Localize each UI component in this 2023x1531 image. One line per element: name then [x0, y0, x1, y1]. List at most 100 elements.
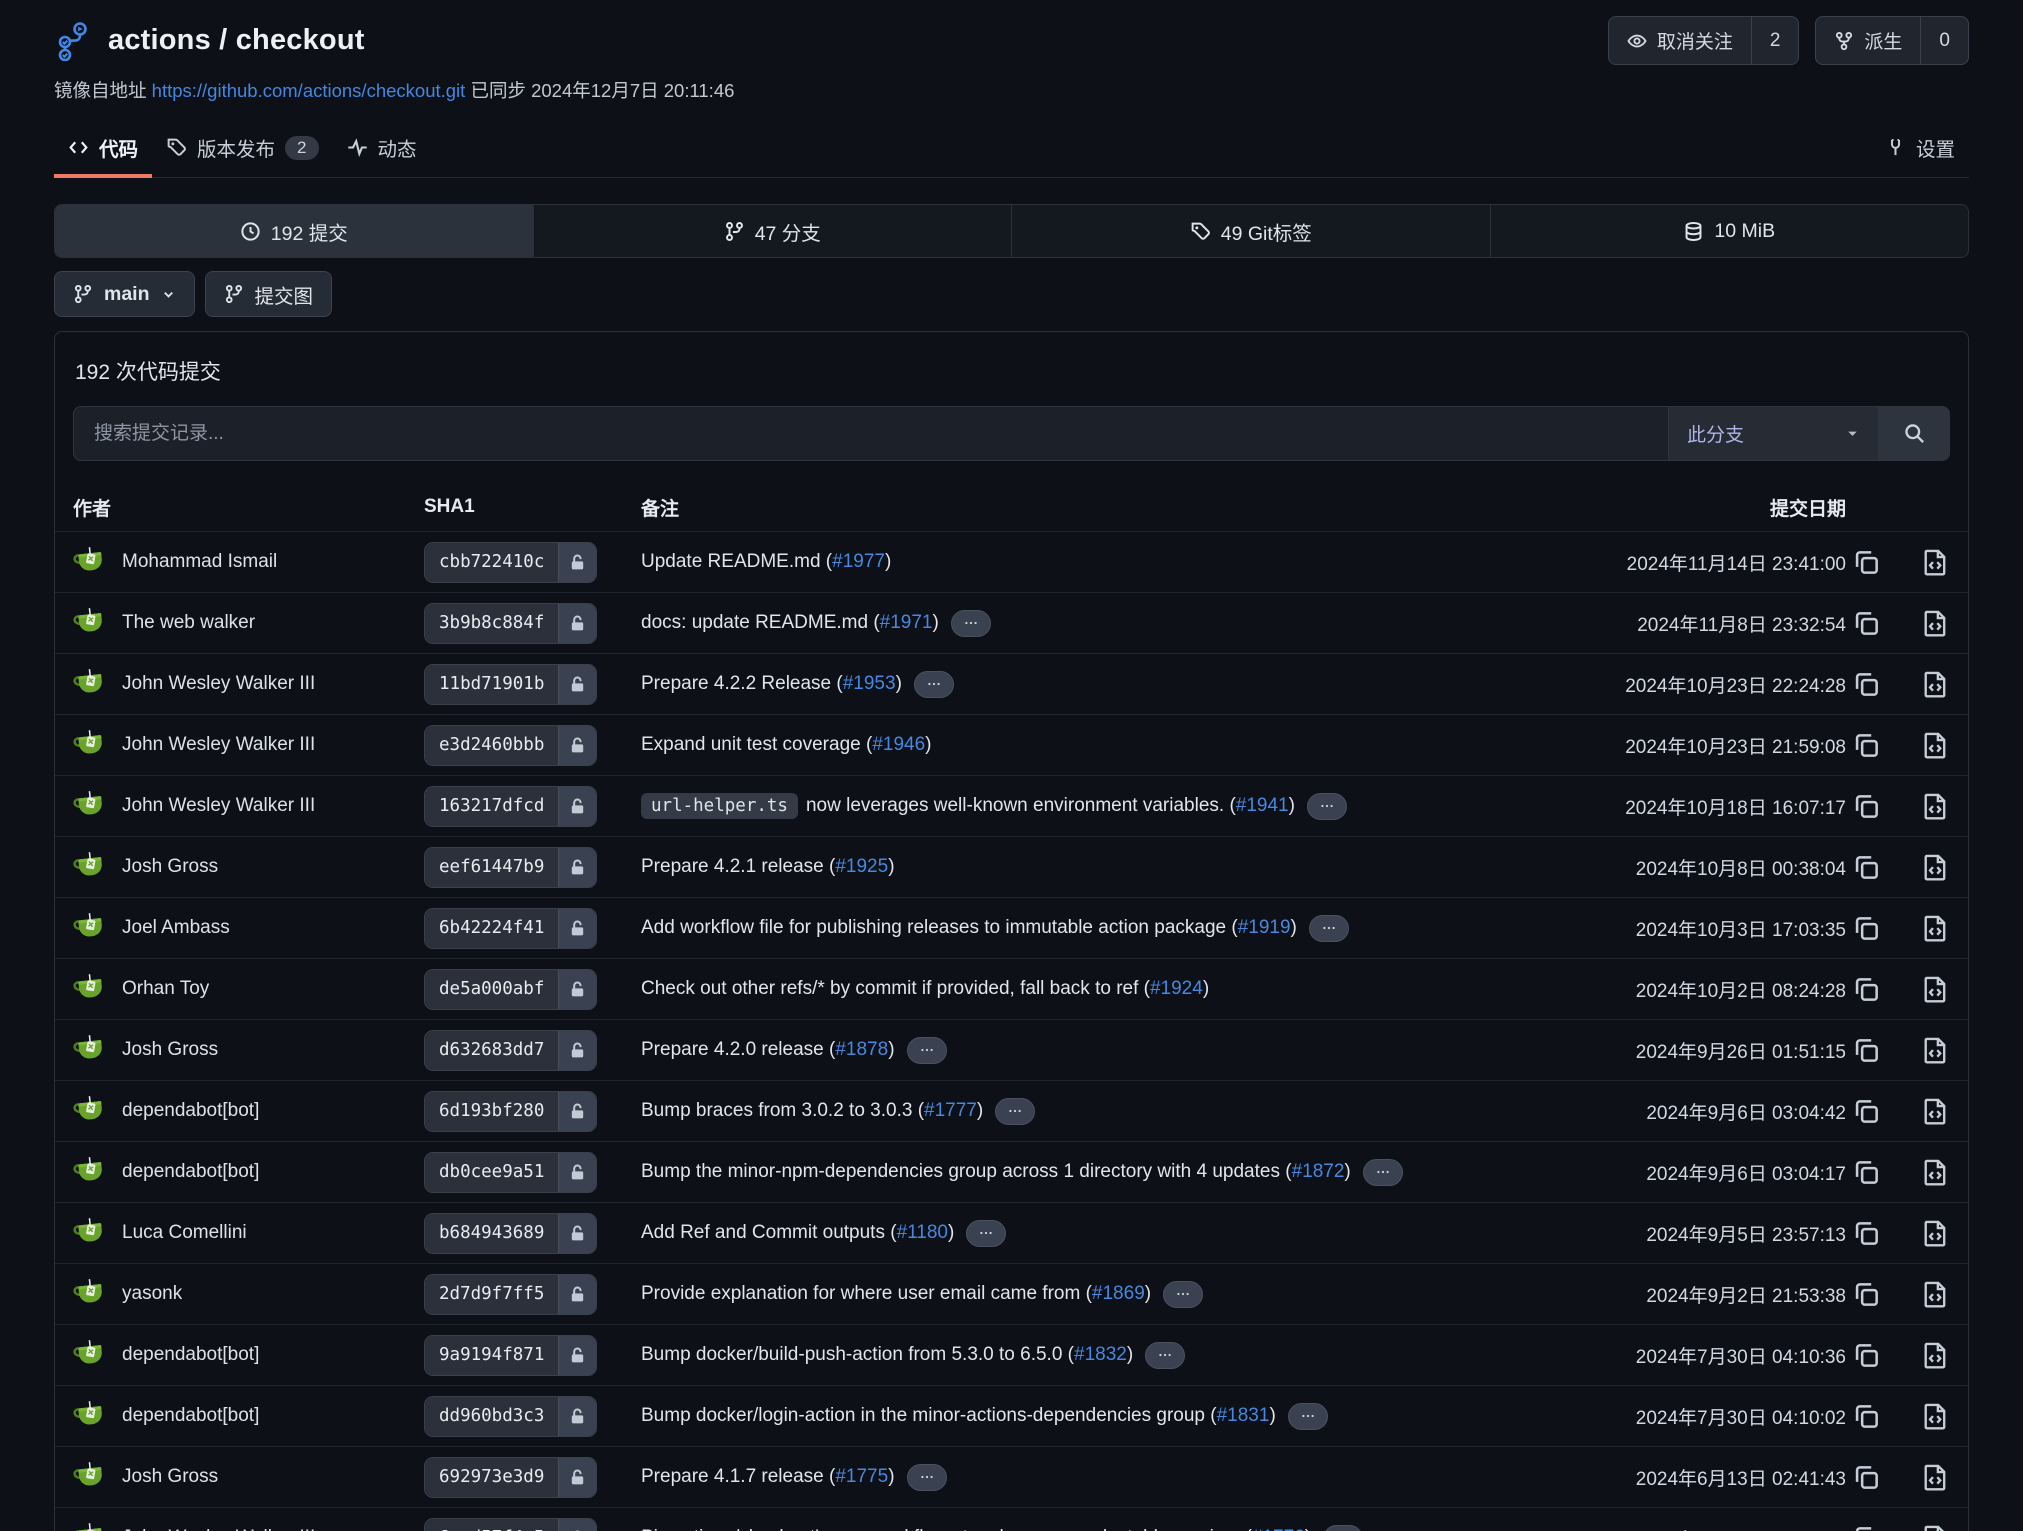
copy-sha-icon[interactable] [1852, 1402, 1881, 1431]
browse-source-icon[interactable] [1921, 548, 1950, 577]
pr-link[interactable]: #1919 [1238, 917, 1291, 939]
commit-sha-badge[interactable]: 163217dfcd [424, 786, 597, 827]
author-name[interactable]: Josh Gross [122, 1466, 218, 1488]
copy-sha-icon[interactable] [1852, 1463, 1881, 1492]
pr-link[interactable]: #1869 [1092, 1283, 1145, 1305]
browse-source-icon[interactable] [1921, 1524, 1950, 1531]
pr-link[interactable]: #1924 [1150, 978, 1203, 1000]
copy-sha-icon[interactable] [1852, 1341, 1881, 1370]
author-name[interactable]: yasonk [122, 1283, 182, 1305]
tab-settings[interactable]: 设置 [1871, 121, 1969, 177]
expand-message-button[interactable] [966, 1220, 1006, 1247]
commit-sha-badge[interactable]: 6b42224f41 [424, 908, 597, 949]
copy-sha-icon[interactable] [1852, 1219, 1881, 1248]
copy-sha-icon[interactable] [1852, 853, 1881, 882]
expand-message-button[interactable] [1307, 793, 1347, 820]
fork-button[interactable]: 派生 0 [1815, 16, 1969, 65]
fork-count[interactable]: 0 [1920, 17, 1968, 64]
expand-message-button[interactable] [951, 610, 991, 637]
tab-activity[interactable]: 动态 [333, 121, 431, 177]
commit-sha-badge[interactable]: de5a000abf [424, 969, 597, 1010]
copy-sha-icon[interactable] [1852, 1524, 1881, 1531]
pr-link[interactable]: #1971 [880, 612, 933, 634]
search-input[interactable] [73, 406, 1668, 461]
pr-link[interactable]: #1831 [1217, 1405, 1270, 1427]
watch-count[interactable]: 2 [1751, 17, 1799, 64]
pr-link[interactable]: #1776 [1252, 1527, 1305, 1531]
copy-sha-icon[interactable] [1852, 609, 1881, 638]
browse-source-icon[interactable] [1921, 1036, 1950, 1065]
author-name[interactable]: Luca Comellini [122, 1222, 247, 1244]
pr-link[interactable]: #1878 [835, 1039, 888, 1061]
pr-link[interactable]: #1775 [835, 1466, 888, 1488]
author-name[interactable]: John Wesley Walker III [122, 795, 315, 817]
browse-source-icon[interactable] [1921, 609, 1950, 638]
pr-link[interactable]: #1180 [897, 1222, 948, 1244]
pr-link[interactable]: #1872 [1292, 1161, 1345, 1183]
commit-sha-badge[interactable]: 11bd71901b [424, 664, 597, 705]
branch-selector[interactable]: main [54, 271, 195, 317]
stat-branches[interactable]: 47 分支 [533, 205, 1012, 257]
tab-code[interactable]: 代码 [54, 121, 152, 177]
expand-message-button[interactable] [1163, 1281, 1203, 1308]
copy-sha-icon[interactable] [1852, 1158, 1881, 1187]
browse-source-icon[interactable] [1921, 731, 1950, 760]
browse-source-icon[interactable] [1921, 1158, 1950, 1187]
commit-sha-badge[interactable]: b684943689 [424, 1213, 597, 1254]
browse-source-icon[interactable] [1921, 1402, 1950, 1431]
commit-sha-badge[interactable]: 692973e3d9 [424, 1457, 597, 1498]
author-name[interactable]: dependabot[bot] [122, 1344, 259, 1366]
author-name[interactable]: dependabot[bot] [122, 1405, 259, 1427]
author-name[interactable]: Josh Gross [122, 1039, 218, 1061]
expand-message-button[interactable] [914, 671, 954, 698]
commit-sha-badge[interactable]: dd960bd3c3 [424, 1396, 597, 1437]
expand-message-button[interactable] [907, 1464, 947, 1491]
commit-sha-badge[interactable]: e3d2460bbb [424, 725, 597, 766]
copy-sha-icon[interactable] [1852, 1097, 1881, 1126]
copy-sha-icon[interactable] [1852, 731, 1881, 760]
browse-source-icon[interactable] [1921, 670, 1950, 699]
commit-sha-badge[interactable]: cbb722410c [424, 542, 597, 583]
expand-message-button[interactable] [1288, 1403, 1328, 1430]
commit-sha-badge[interactable]: 6ccd57f4c5 [424, 1518, 597, 1531]
stat-commits[interactable]: 192 提交 [55, 205, 533, 257]
search-button[interactable] [1878, 406, 1950, 461]
branch-filter-select[interactable]: 此分支 [1668, 406, 1878, 461]
browse-source-icon[interactable] [1921, 1463, 1950, 1492]
mirror-url-link[interactable]: https://github.com/actions/checkout.git [152, 80, 466, 101]
commit-graph-button[interactable]: 提交图 [205, 271, 333, 317]
copy-sha-icon[interactable] [1852, 975, 1881, 1004]
author-name[interactable]: The web walker [122, 612, 255, 634]
expand-message-button[interactable] [907, 1037, 947, 1064]
commit-sha-badge[interactable]: 2d7d9f7ff5 [424, 1274, 597, 1315]
author-name[interactable]: dependabot[bot] [122, 1161, 259, 1183]
author-name[interactable]: dependabot[bot] [122, 1100, 259, 1122]
browse-source-icon[interactable] [1921, 1280, 1950, 1309]
expand-message-button[interactable] [1323, 1525, 1363, 1531]
copy-sha-icon[interactable] [1852, 1036, 1881, 1065]
expand-message-button[interactable] [1309, 915, 1349, 942]
commit-sha-badge[interactable]: d632683dd7 [424, 1030, 597, 1071]
commit-sha-badge[interactable]: 6d193bf280 [424, 1091, 597, 1132]
author-name[interactable]: John Wesley Walker III [122, 734, 315, 756]
stat-tags[interactable]: 49 Git标签 [1011, 205, 1490, 257]
browse-source-icon[interactable] [1921, 1219, 1950, 1248]
author-name[interactable]: Josh Gross [122, 856, 218, 878]
copy-sha-icon[interactable] [1852, 1280, 1881, 1309]
copy-sha-icon[interactable] [1852, 914, 1881, 943]
author-name[interactable]: John Wesley Walker III [122, 673, 315, 695]
stat-size[interactable]: 10 MiB [1490, 205, 1969, 257]
commit-sha-badge[interactable]: 9a9194f871 [424, 1335, 597, 1376]
expand-message-button[interactable] [1145, 1342, 1185, 1369]
pr-link[interactable]: #1941 [1236, 795, 1289, 817]
author-name[interactable]: Mohammad Ismail [122, 551, 277, 573]
commit-sha-badge[interactable]: eef61447b9 [424, 847, 597, 888]
browse-source-icon[interactable] [1921, 853, 1950, 882]
copy-sha-icon[interactable] [1852, 548, 1881, 577]
author-name[interactable]: Joel Ambass [122, 917, 230, 939]
pr-link[interactable]: #1946 [872, 734, 925, 756]
tab-releases[interactable]: 版本发布 2 [152, 121, 332, 177]
author-name[interactable]: John Wesley Walker III [122, 1527, 315, 1531]
browse-source-icon[interactable] [1921, 792, 1950, 821]
expand-message-button[interactable] [1363, 1159, 1403, 1186]
